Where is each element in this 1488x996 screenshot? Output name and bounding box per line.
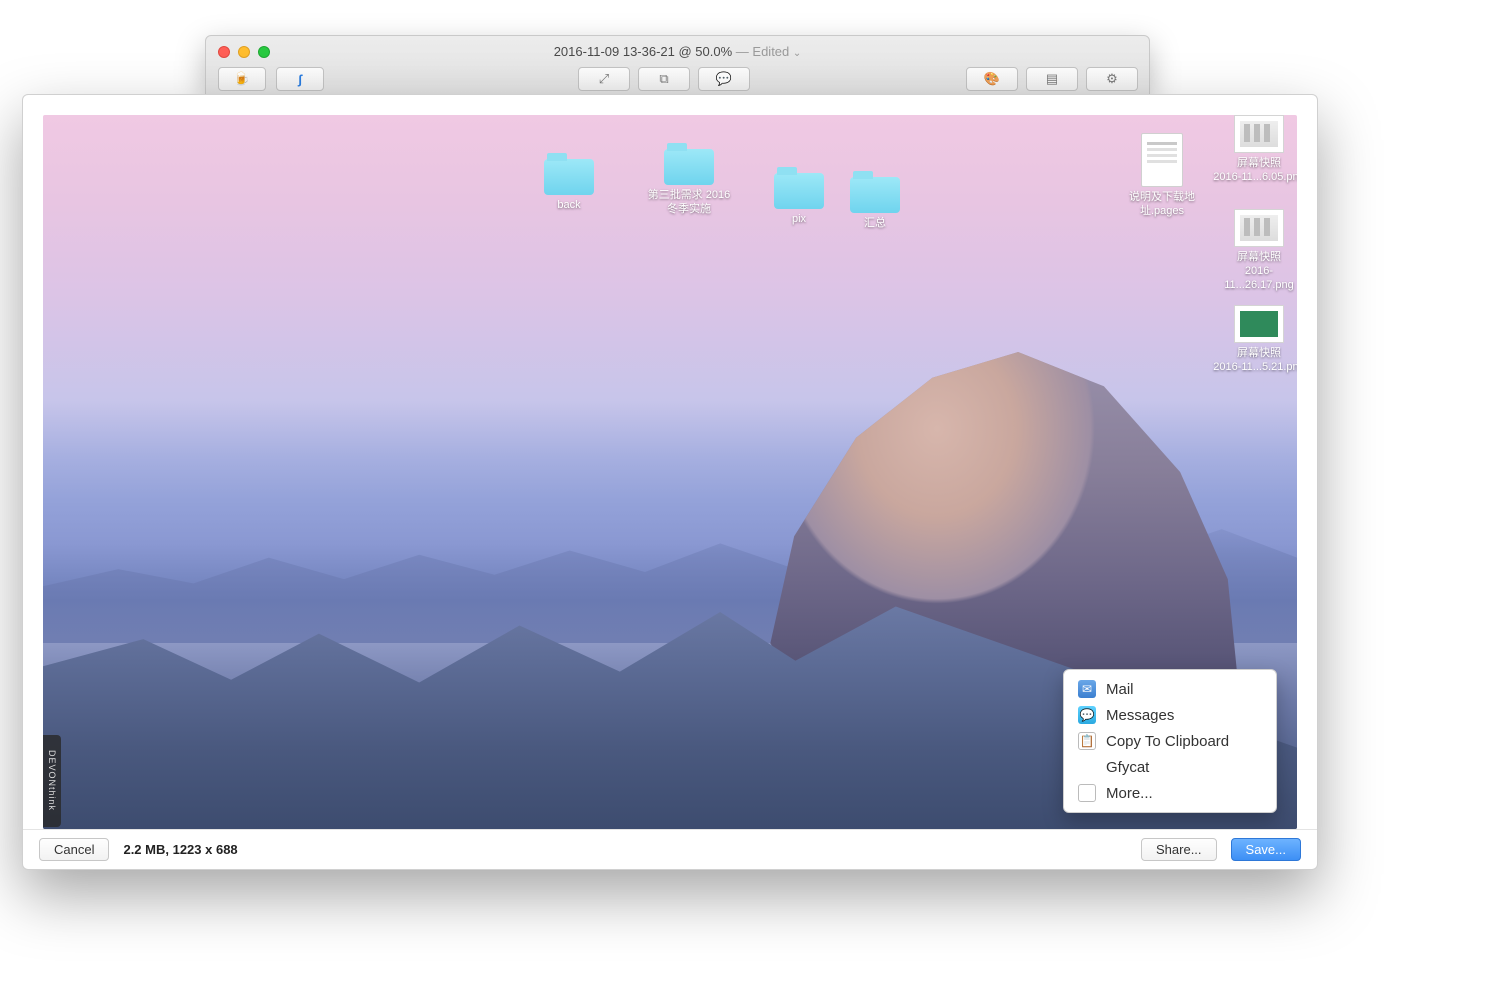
- chevron-down-icon[interactable]: ⌄: [793, 48, 801, 59]
- window-title-edited[interactable]: Edited: [752, 44, 789, 59]
- cancel-button[interactable]: Cancel: [39, 838, 109, 861]
- desktop-document[interactable]: 说明及下载地址.pages: [1119, 133, 1205, 219]
- window-title-main: 2016-11-09 13-36-21 @ 50.0%: [554, 44, 732, 59]
- share-item-label: Gfycat: [1106, 759, 1149, 776]
- window-title: 2016-11-09 13-36-21 @ 50.0% — Edited ⌄: [206, 44, 1149, 59]
- share-popover: ✉ Mail 💬 Messages 📋 Copy To Clipboard ʃ …: [1063, 669, 1277, 813]
- folder-label: 第三批需求 2016 冬季实施: [641, 189, 737, 217]
- image-label: 2016-11...5.21.png: [1211, 361, 1297, 375]
- toolbar-annotate-button[interactable]: 💬: [698, 67, 750, 91]
- toolbar-color-button[interactable]: 🎨: [966, 67, 1018, 91]
- speech-bubble-icon: 💬: [716, 71, 732, 87]
- more-icon: ⋯: [1078, 784, 1096, 802]
- desktop-folder[interactable]: 汇总: [839, 177, 911, 231]
- crop-icon: ⧉: [659, 71, 668, 87]
- save-button[interactable]: Save...: [1231, 838, 1301, 861]
- toolbar-resize-button[interactable]: ⤢: [578, 67, 630, 91]
- toolbar-settings-button[interactable]: ⚙: [1086, 67, 1138, 91]
- share-item-mail[interactable]: ✉ Mail: [1064, 676, 1276, 702]
- share-item-messages[interactable]: 💬 Messages: [1064, 702, 1276, 728]
- image-label: 屏幕快照: [1211, 251, 1297, 265]
- desktop-image[interactable]: 屏幕快照 2016-11...26.17.png: [1211, 209, 1297, 292]
- messages-icon: 💬: [1078, 706, 1096, 724]
- share-item-gfycat[interactable]: ʃ Gfycat: [1064, 754, 1276, 780]
- editor-window: back 第三批需求 2016 冬季实施 pix 汇总 说明及下载地址.page…: [22, 94, 1318, 870]
- gear-icon: ⚙: [1106, 71, 1118, 87]
- gfycat-icon: ʃ: [1078, 758, 1096, 776]
- share-item-more[interactable]: ⋯ More...: [1064, 780, 1276, 806]
- share-button[interactable]: Share...: [1141, 838, 1217, 861]
- resize-icon: ⤢: [599, 71, 609, 87]
- image-label: 2016-11...6.05.png: [1211, 171, 1297, 185]
- share-item-label: More...: [1106, 785, 1153, 802]
- image-label: 2016-11...26.17.png: [1211, 265, 1297, 293]
- share-item-label: Copy To Clipboard: [1106, 733, 1229, 750]
- bottom-bar: Cancel 2.2 MB, 1223 x 688 Share... Save.…: [23, 829, 1317, 869]
- folder-icon: [544, 159, 594, 195]
- folder-icon: [664, 149, 714, 185]
- image-thumbnail-icon: [1234, 305, 1284, 343]
- beer-icon: 🍺: [234, 71, 250, 87]
- toolbar-app1-button[interactable]: 🍺: [218, 67, 266, 91]
- desktop-image[interactable]: 屏幕快照 2016-11...6.05.png: [1211, 115, 1297, 185]
- screenshot-canvas[interactable]: back 第三批需求 2016 冬季实施 pix 汇总 说明及下载地址.page…: [43, 115, 1297, 829]
- image-label: 屏幕快照: [1211, 157, 1297, 171]
- parent-toolbar: 🍺 ʃ ⤢ ⧉ 💬 🎨 ▤ ⚙: [206, 67, 1149, 95]
- share-item-label: Messages: [1106, 707, 1174, 724]
- desktop-folder[interactable]: back: [533, 159, 605, 213]
- desktop-folder[interactable]: pix: [763, 173, 835, 227]
- mail-icon: ✉: [1078, 680, 1096, 698]
- folder-label: back: [533, 199, 605, 213]
- toolbar-gfycat-button[interactable]: ʃ: [276, 67, 324, 91]
- image-label: 屏幕快照: [1211, 347, 1297, 361]
- devonthink-tab[interactable]: DEVONthink: [43, 735, 61, 827]
- toolbar-layers-button[interactable]: ▤: [1026, 67, 1078, 91]
- toolbar-crop-button[interactable]: ⧉: [638, 67, 690, 91]
- folder-label: 汇总: [839, 217, 911, 231]
- desktop-folder[interactable]: 第三批需求 2016 冬季实施: [641, 149, 737, 217]
- palette-icon: 🎨: [984, 71, 1000, 87]
- document-icon: [1141, 133, 1183, 187]
- folder-label: pix: [763, 213, 835, 227]
- folder-icon: [774, 173, 824, 209]
- share-item-copy[interactable]: 📋 Copy To Clipboard: [1064, 728, 1276, 754]
- clipboard-icon: 📋: [1078, 732, 1096, 750]
- share-item-label: Mail: [1106, 681, 1134, 698]
- document-label: 说明及下载地址.pages: [1119, 191, 1205, 219]
- image-info: 2.2 MB, 1223 x 688: [123, 842, 237, 857]
- layers-icon: ▤: [1046, 71, 1058, 87]
- canvas-area: back 第三批需求 2016 冬季实施 pix 汇总 说明及下载地址.page…: [23, 95, 1317, 829]
- image-thumbnail-icon: [1234, 209, 1284, 247]
- desktop-image[interactable]: 屏幕快照 2016-11...5.21.png: [1211, 305, 1297, 375]
- gfycat-icon: ʃ: [298, 72, 302, 87]
- image-thumbnail-icon: [1234, 115, 1284, 153]
- folder-icon: [850, 177, 900, 213]
- parent-window: 2016-11-09 13-36-21 @ 50.0% — Edited ⌄ 🍺…: [205, 35, 1150, 95]
